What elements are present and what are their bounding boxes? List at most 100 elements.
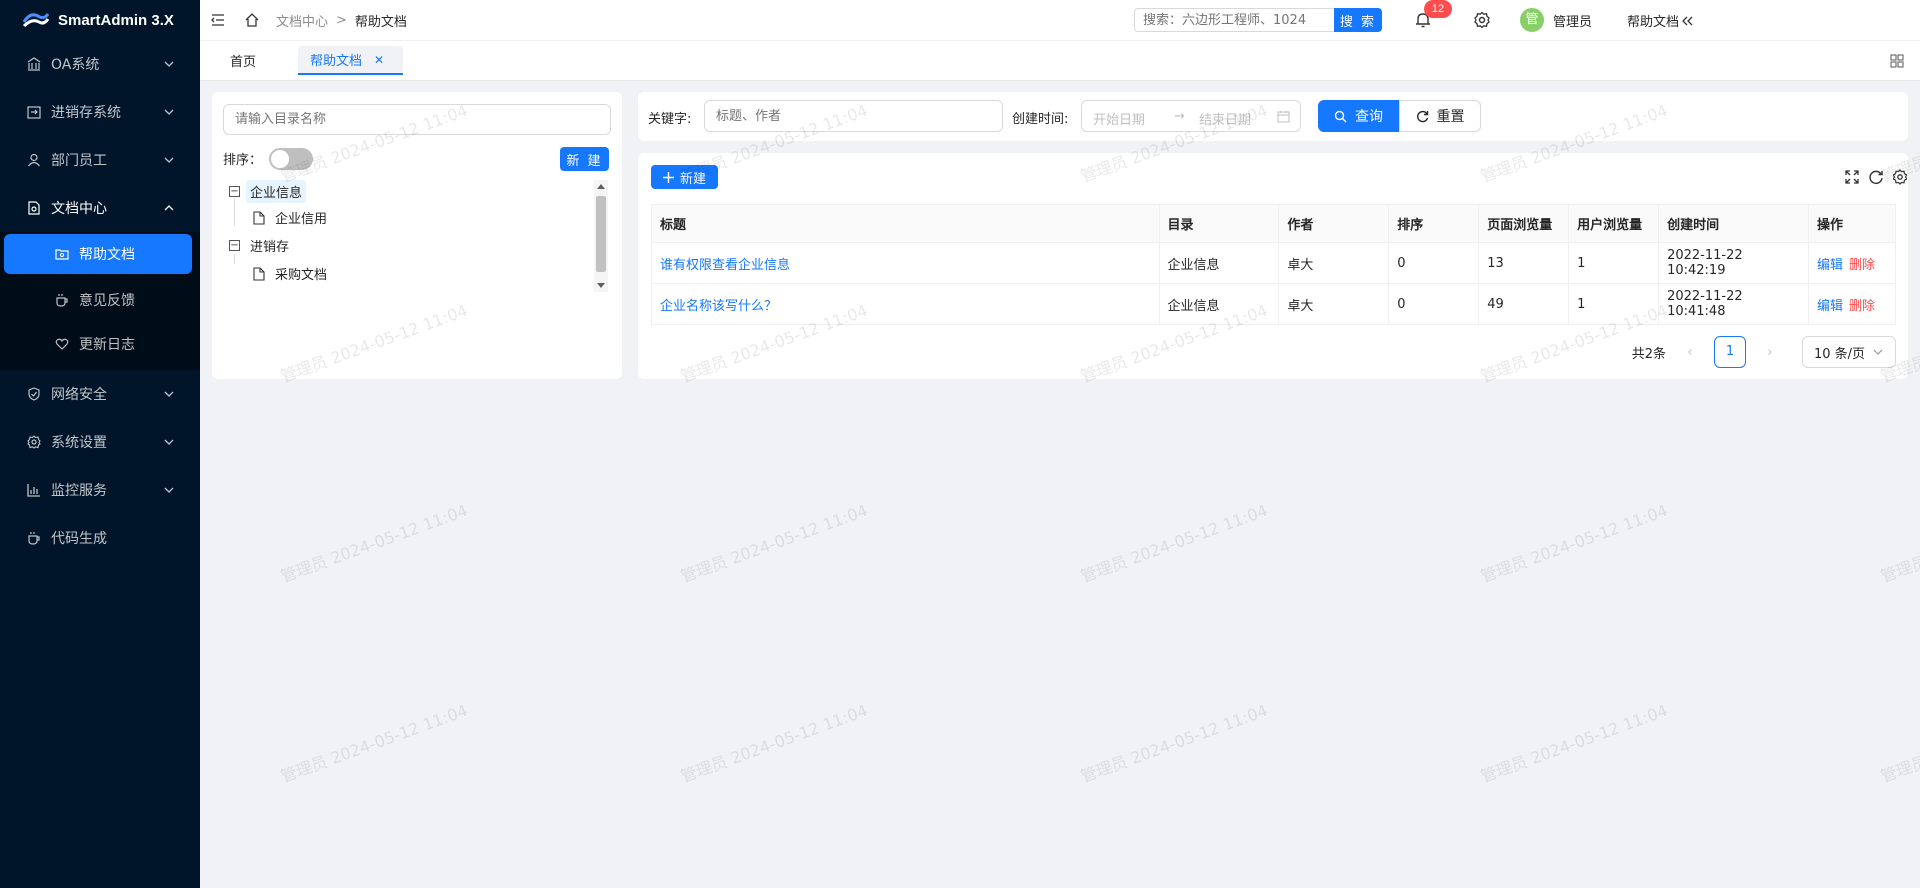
menu-feedback[interactable]: 意见反馈 [4,278,192,322]
search-icon [1334,110,1347,122]
start-date-input[interactable]: 开始日期 [1093,109,1145,128]
query-button-label: 查询 [1355,109,1383,125]
menu-code-gen[interactable]: 代码生成 [0,514,200,562]
tree-node-label: 进销存 [250,240,290,255]
prev-page-icon[interactable]: ‹ [1674,345,1706,360]
new-catalog-button[interactable]: 新 建 [560,147,609,171]
page-size-value: 10 条/页 [1814,346,1866,362]
appstore-icon[interactable] [1890,54,1904,68]
catalog-search-input[interactable] [223,104,611,135]
calendar-icon [1277,111,1290,123]
menu-fold-icon[interactable] [210,12,226,28]
tree-node[interactable]: 采购文档 [253,264,327,283]
catalog-panel: 排序： 新 建 − 企业信息 企业信用 − 进销存 采购文档 [212,92,622,379]
search-button[interactable]: 搜 索 [1334,8,1382,32]
breadcrumb-separator: > [336,12,347,28]
fullscreen-icon[interactable] [1844,169,1860,185]
home-icon[interactable] [244,12,260,28]
setting-icon [27,435,41,449]
user-icon [28,153,40,167]
avatar[interactable]: 管 [1520,8,1544,32]
sort-label: 排序： [223,153,263,168]
collapse-icon[interactable]: − [229,240,240,251]
import-icon [27,106,41,119]
page-size-select[interactable]: 10 条/页 [1802,336,1896,368]
table-row: 企业名称该写什么？ 企业信息 卓大 0 49 1 2022-11-22 10:4… [651,283,1897,325]
file-icon [253,210,265,225]
global-search: 搜 索 [1134,8,1382,32]
menu-label: 更新日志 [79,337,135,353]
menu-label: 监控服务 [51,483,107,499]
menu-monitoring[interactable]: 监控服务 [0,466,200,514]
help-doc-label: 帮助文档 [1627,15,1680,30]
edit-link[interactable]: 编辑 [1817,299,1843,314]
tab-label: 帮助文档 [310,54,363,69]
scroll-up-icon[interactable] [597,184,605,189]
app-logo[interactable]: SmartAdmin 3.X [0,0,200,40]
tree-scrollbar[interactable] [594,180,608,292]
cell-sort: 0 [1388,242,1480,284]
pagination: 共2条 ‹ 1 › 10 条/页 [1632,336,1896,368]
date-range-picker[interactable]: 开始日期 → 结束日期 [1081,100,1301,132]
menu-help-doc[interactable]: 帮助文档 [4,234,192,274]
doc-title-link[interactable]: 谁有权限查看企业信息 [660,258,790,273]
scroll-thumb[interactable] [596,196,606,272]
watermark-text: 管理员 2024-05-12 11:04 [278,500,471,587]
user-name[interactable]: 管理员 [1553,11,1592,30]
add-doc-button[interactable]: 新建 [651,165,718,189]
tree-line [234,254,235,264]
menu-oa[interactable]: OA系统 [0,40,200,88]
delete-link[interactable]: 删除 [1849,299,1875,314]
menu-changelog[interactable]: 更新日志 [4,322,192,366]
menu-label: 代码生成 [51,531,107,547]
menu-system-settings[interactable]: 系统设置 [0,418,200,466]
cell-page-views: 49 [1478,283,1570,325]
menu-network-security[interactable]: 网络安全 [0,370,200,418]
menu-employee[interactable]: 部门员工 [0,136,200,184]
chevron-down-icon [1873,349,1883,355]
sort-toggle[interactable] [269,148,313,170]
menu-label: 系统设置 [51,435,107,451]
query-button[interactable]: 查询 [1318,100,1399,132]
tree-node[interactable]: 企业信用 [253,208,327,227]
column-header: 操作 [1807,204,1897,243]
coffee-icon [56,294,68,307]
scroll-down-icon[interactable] [597,283,605,288]
cell-sort: 0 [1388,283,1480,325]
gear-icon[interactable] [1473,11,1491,29]
tab-help-doc[interactable]: 帮助文档 ✕ [298,46,403,75]
safety-icon [28,387,40,401]
menu-doc-center[interactable]: 文档中心 [0,184,200,232]
help-doc-toggle[interactable]: 帮助文档 [1627,11,1693,30]
page-number[interactable]: 1 [1714,336,1746,368]
keyword-input[interactable] [704,100,1003,132]
watermark-text: 管理员 2024-05-12 11:04 [1078,700,1271,787]
tree-node[interactable]: − 进销存 [229,236,289,255]
sidebar: SmartAdmin 3.X OA系统 进销存系统 部门员工 文档中心 帮助文档… [0,0,200,888]
tab-home[interactable]: 首页 [218,46,268,75]
breadcrumb-item[interactable]: 文档中心 [276,11,328,30]
cell-user-views: 1 [1568,242,1660,284]
doc-title-link[interactable]: 企业名称该写什么？ [660,299,777,314]
collapse-icon[interactable]: − [229,186,240,197]
tree-node[interactable]: − 企业信息 [229,180,307,203]
reload-icon[interactable] [1868,169,1884,185]
chevron-down-icon [164,109,174,115]
logo-icon [22,13,50,28]
close-icon[interactable]: ✕ [374,53,384,67]
next-page-icon[interactable]: › [1754,345,1786,360]
menu-erp[interactable]: 进销存系统 [0,88,200,136]
search-input[interactable] [1134,8,1334,32]
plus-icon [662,171,674,183]
chevron-down-icon [164,487,174,493]
column-header: 用户浏览量 [1568,204,1660,243]
end-date-input[interactable]: 结束日期 [1199,109,1251,128]
reset-button[interactable]: 重置 [1399,100,1481,132]
column-settings-icon[interactable] [1892,169,1908,185]
edit-link[interactable]: 编辑 [1817,258,1843,273]
column-header: 作者 [1278,204,1390,243]
reset-button-label: 重置 [1436,109,1465,125]
delete-link[interactable]: 删除 [1849,258,1875,273]
breadcrumb-current: 帮助文档 [354,14,407,30]
watermark-text: 管理员 2024-05-12 11:04 [1478,700,1671,787]
